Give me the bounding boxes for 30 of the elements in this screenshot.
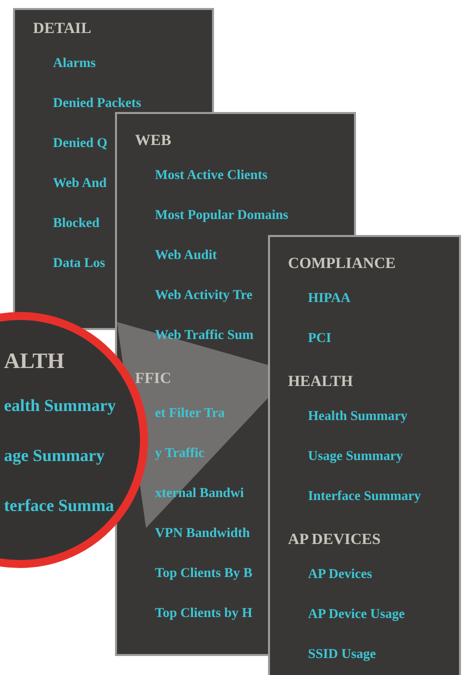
section-heading: ALTH: [4, 347, 64, 375]
menu-link[interactable]: SSID Usage: [308, 644, 376, 664]
menu-link[interactable]: Web Traffic Sum: [155, 325, 254, 345]
menu-link[interactable]: VPN Bandwidth: [155, 523, 250, 543]
menu-link[interactable]: AP Device Usage: [308, 604, 405, 624]
menu-link[interactable]: HIPAA: [308, 288, 350, 308]
section-heading: DETAIL: [33, 19, 92, 39]
menu-link[interactable]: Alarms: [53, 53, 96, 73]
menu-link[interactable]: Most Popular Domains: [155, 205, 288, 225]
menu-link[interactable]: Health Summary: [308, 406, 408, 426]
menu-link[interactable]: Web Audit: [155, 245, 217, 265]
menu-link[interactable]: Web Activity Tre: [155, 285, 252, 305]
menu-link[interactable]: Top Clients by H: [155, 603, 252, 623]
menu-link[interactable]: Most Active Clients: [155, 165, 268, 185]
menu-link[interactable]: Blocked: [53, 213, 100, 233]
section-heading: AP DEVICES: [288, 530, 381, 550]
section-heading: COMPLIANCE: [288, 254, 396, 274]
menu-link[interactable]: PCI: [308, 328, 332, 348]
section-heading: WEB: [135, 131, 172, 151]
section-heading: HEALTH: [288, 372, 353, 392]
menu-link[interactable]: Top Clients By B: [155, 563, 252, 583]
menu-link[interactable]: Denied Packets: [53, 93, 142, 113]
menu-link[interactable]: Data Los: [53, 253, 106, 273]
menu-link[interactable]: Web And: [53, 173, 107, 193]
section-heading: FFIC: [135, 369, 172, 389]
menu-link[interactable]: Denied Q: [53, 133, 108, 153]
menu-link[interactable]: AP Devices: [308, 564, 372, 584]
menu-link[interactable]: Usage Summary: [308, 446, 403, 466]
menu-link[interactable]: xternal Bandwi: [155, 483, 244, 503]
menu-link[interactable]: Interface Summary: [308, 486, 421, 506]
